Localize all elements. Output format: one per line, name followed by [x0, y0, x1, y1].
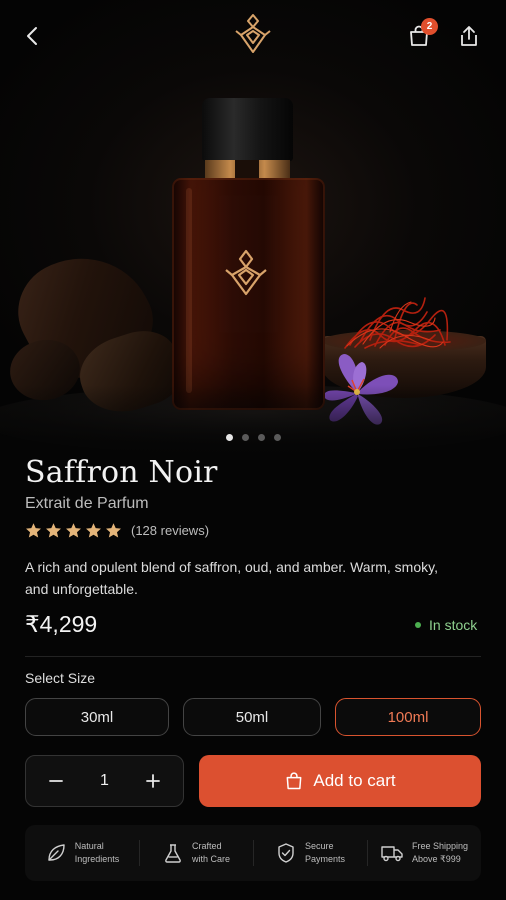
divider	[25, 656, 481, 657]
feature-line: Natural	[74, 841, 104, 851]
stock-status-label: In stock	[429, 617, 478, 633]
feature-line: Payments	[304, 854, 346, 864]
leaf-icon	[48, 844, 65, 861]
truck-icon	[381, 846, 403, 862]
carousel-dot-active[interactable]	[225, 434, 233, 441]
back-button[interactable]	[15, 18, 51, 54]
bottle-logo-icon	[225, 249, 267, 296]
feature-line: Secure	[304, 841, 334, 851]
carousel-dot[interactable]	[273, 434, 281, 441]
product-type: Extrait de Parfum	[25, 495, 149, 512]
feature-line: Crafted	[191, 841, 222, 851]
cart-count-badge: 2	[421, 18, 438, 35]
flask-icon	[165, 844, 181, 863]
carousel-dot[interactable]	[257, 434, 265, 441]
bottle-neck	[205, 160, 290, 180]
quantity-increase-button[interactable]	[143, 771, 163, 791]
minus-icon	[49, 780, 63, 782]
star-icon	[26, 523, 41, 538]
star-icon	[106, 523, 121, 538]
size-option-100ml[interactable]: 100ml	[335, 698, 481, 736]
chevron-left-icon	[27, 27, 37, 45]
product-image-gallery[interactable]	[0, 0, 506, 455]
quantity-stepper: 1	[25, 755, 184, 807]
quantity-decrease-button[interactable]	[46, 771, 66, 791]
plus-icon	[146, 774, 160, 788]
feature-strip: Natural Ingredients Crafted with Care Se…	[25, 825, 481, 881]
carousel-dot[interactable]	[241, 434, 249, 441]
feature-line: Above ₹999	[411, 854, 461, 864]
shopping-bag-icon	[286, 772, 302, 790]
shield-check-icon	[278, 843, 294, 863]
add-to-cart-label: Add to cart	[313, 771, 396, 790]
carousel-dots	[0, 434, 506, 441]
star-icon	[66, 523, 81, 538]
add-to-cart-button[interactable]: Add to cart	[199, 755, 481, 807]
quantity-value: 1	[100, 772, 109, 789]
size-option-30ml[interactable]: 30ml	[25, 698, 169, 736]
product-rating[interactable]: (128 reviews)	[25, 522, 209, 539]
product-price: ₹4,299	[25, 611, 98, 637]
saffron-threads	[344, 297, 451, 349]
feature-line: Ingredients	[74, 854, 120, 864]
stock-status: In stock	[415, 617, 477, 633]
stock-dot-icon	[415, 622, 421, 628]
hero-gradient	[0, 385, 506, 455]
feature-natural-ingredients: Natural Ingredients	[25, 836, 139, 870]
feature-line: with Care	[191, 854, 230, 864]
product-name: Saffron Noir	[25, 455, 218, 490]
bottle-cap	[202, 98, 293, 161]
star-icon	[86, 523, 101, 538]
feature-secure-payments: Secure Payments	[253, 836, 367, 870]
share-button[interactable]	[451, 18, 487, 54]
brand-logo-icon[interactable]	[233, 13, 273, 55]
product-description: A rich and opulent blend of saffron, oud…	[25, 559, 438, 597]
feature-crafted-with-care: Crafted with Care	[139, 836, 253, 870]
feature-free-shipping: Free Shipping Above ₹999	[367, 836, 481, 870]
feature-line: Free Shipping	[411, 841, 469, 851]
review-count[interactable]: (128 reviews)	[131, 523, 209, 538]
size-section-label: Select Size	[25, 670, 96, 686]
share-icon	[461, 26, 477, 46]
size-option-50ml[interactable]: 50ml	[183, 698, 321, 736]
star-icon	[46, 523, 61, 538]
